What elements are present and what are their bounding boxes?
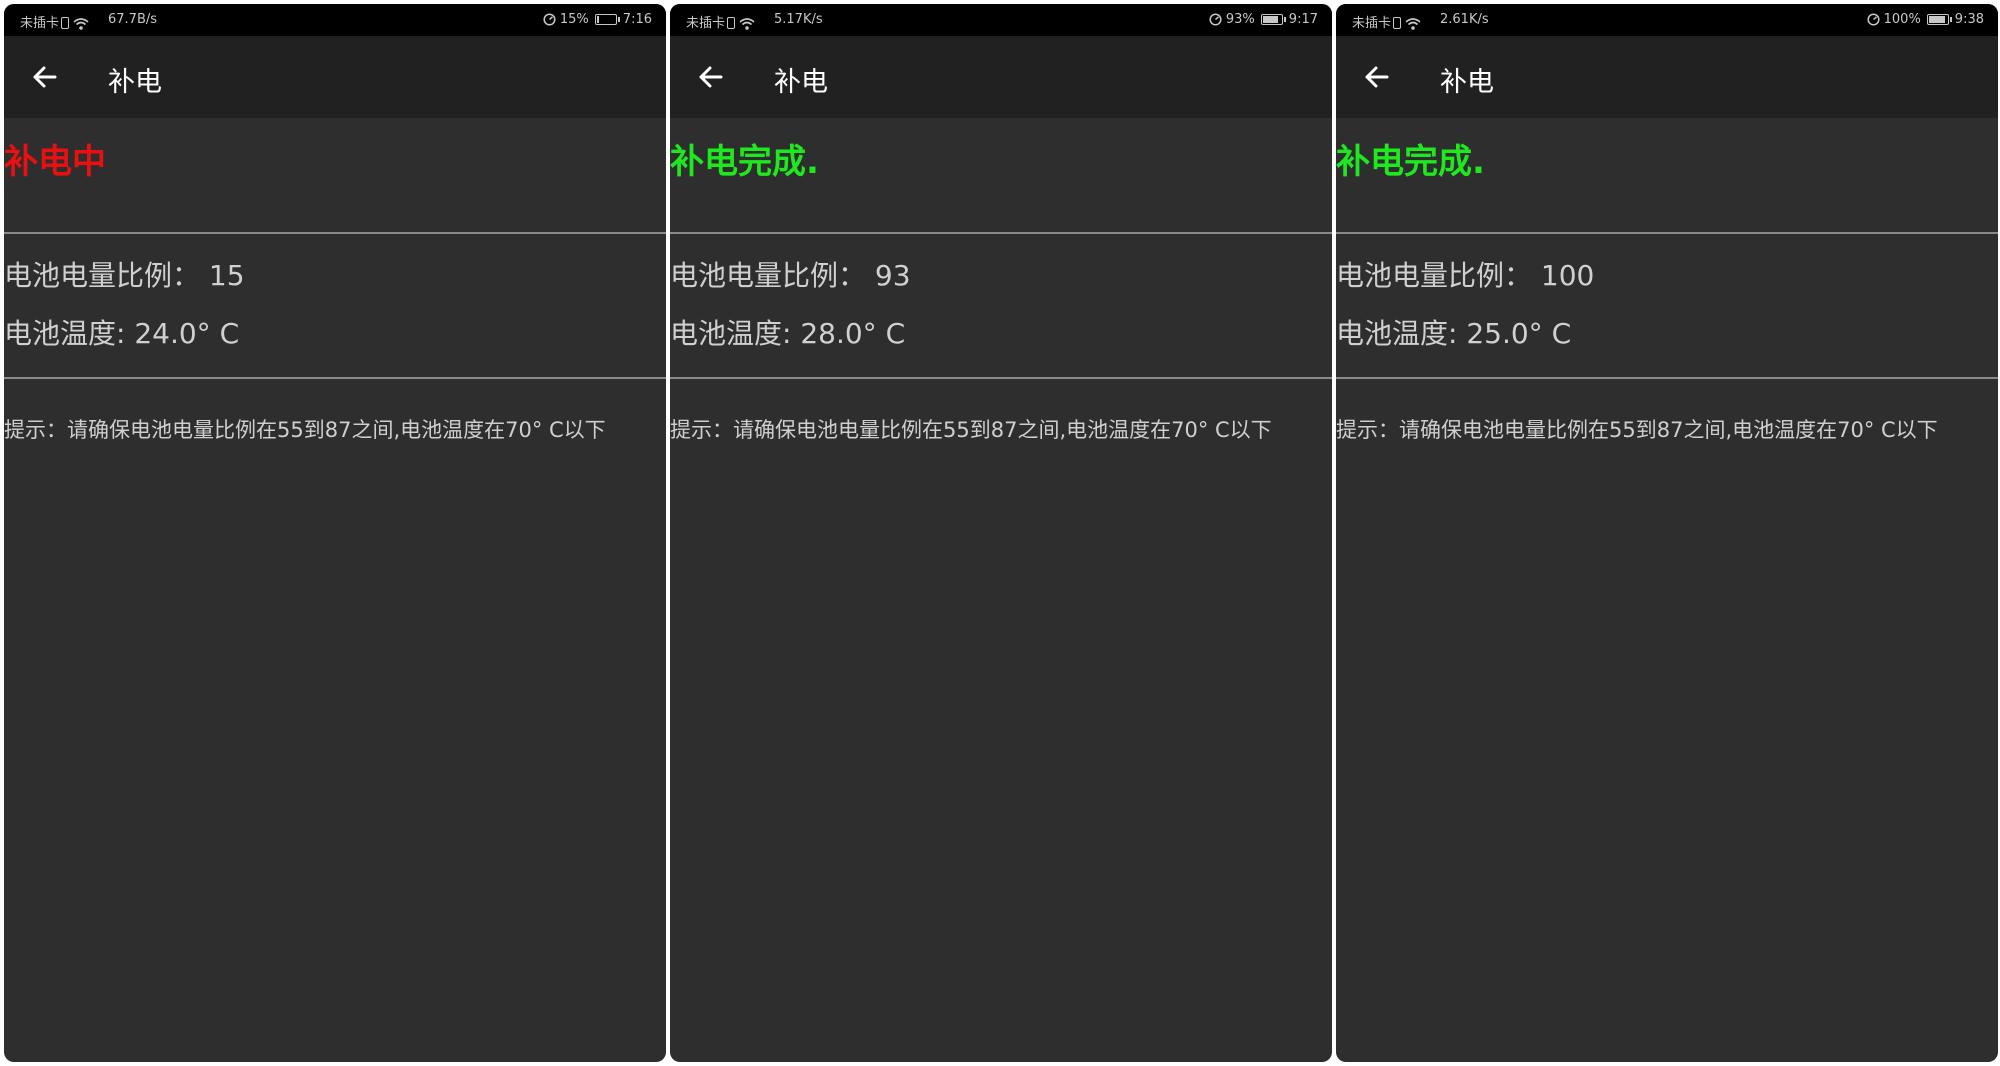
- sim-card-icon: [727, 17, 736, 29]
- app-bar: 补电: [1336, 36, 1998, 118]
- charge-status-text: 补电完成.: [1336, 142, 1485, 182]
- wifi-icon: [739, 18, 755, 30]
- battery-icon: [1260, 14, 1286, 25]
- battery-temperature-text: 电池温度: 25.0° C: [1336, 317, 1572, 350]
- battery-level-text: 电池电量比例： 100: [1336, 259, 1595, 292]
- phone-screen-complete: 未插卡 5.17K/s 93% 9:17 补电 补电完成. 电池电量比例： 93…: [670, 4, 1332, 1062]
- battery-fill: [596, 16, 600, 23]
- back-arrow-icon[interactable]: [26, 58, 64, 96]
- phone-screen-charging: 未插卡 67.7B/s 15% 7:16 补电 补电中 电池电量比例： 15 电…: [4, 4, 666, 1062]
- carrier-label: 未插卡: [1352, 16, 1392, 31]
- wifi-icon: [73, 18, 89, 30]
- speed-gauge-icon: [1867, 13, 1880, 26]
- battery-level-text: 电池电量比例： 15: [4, 259, 245, 292]
- hint-text: 提示：请确保电池电量比例在55到87之间,电池温度在70° C以下: [1336, 418, 1938, 442]
- battery-icon: [1926, 14, 1952, 25]
- divider: [4, 377, 666, 379]
- status-right: 100% 9:38: [1867, 12, 1984, 27]
- status-left: 未插卡: [686, 12, 755, 31]
- clock-time: 9:17: [1288, 12, 1318, 27]
- hint-text: 提示：请确保电池电量比例在55到87之间,电池温度在70° C以下: [670, 418, 1272, 442]
- battery-level-text: 电池电量比例： 93: [670, 259, 911, 292]
- sim-card-icon: [1393, 17, 1402, 29]
- status-left: 未插卡: [1352, 12, 1421, 31]
- speed-gauge-icon: [1209, 13, 1222, 26]
- sim-card-icon: [61, 17, 70, 29]
- app-bar: 补电: [670, 36, 1332, 118]
- charge-status-text: 补电完成.: [670, 142, 819, 182]
- battery-percent: 100%: [1883, 12, 1921, 27]
- status-bar: 未插卡 2.61K/s 100% 9:38: [1336, 4, 1998, 36]
- screenshot-collage: 未插卡 67.7B/s 15% 7:16 补电 补电中 电池电量比例： 15 电…: [0, 0, 2000, 1066]
- battery-fill: [1928, 16, 1945, 23]
- battery-percent: 93%: [1225, 12, 1255, 27]
- clock-time: 7:16: [622, 12, 652, 27]
- network-speed: 2.61K/s: [1440, 12, 1489, 27]
- status-bar: 未插卡 67.7B/s 15% 7:16: [4, 4, 666, 36]
- battery-percent: 15%: [559, 12, 589, 27]
- divider: [1336, 232, 1998, 234]
- divider: [670, 232, 1332, 234]
- divider: [1336, 377, 1998, 379]
- battery-icon: [594, 14, 620, 25]
- status-left: 未插卡: [20, 12, 89, 31]
- speed-gauge-icon: [543, 13, 556, 26]
- divider: [670, 377, 1332, 379]
- battery-temperature-text: 电池温度: 24.0° C: [4, 317, 240, 350]
- divider: [4, 232, 666, 234]
- carrier-label: 未插卡: [20, 16, 60, 31]
- page-title: 补电: [108, 67, 162, 98]
- page-title: 补电: [774, 67, 828, 98]
- hint-text: 提示：请确保电池电量比例在55到87之间,电池温度在70° C以下: [4, 418, 606, 442]
- clock-time: 9:38: [1954, 12, 1984, 27]
- page-title: 补电: [1440, 67, 1494, 98]
- battery-fill: [1262, 16, 1278, 23]
- status-right: 15% 7:16: [543, 12, 652, 27]
- battery-temperature-text: 电池温度: 28.0° C: [670, 317, 906, 350]
- carrier-label: 未插卡: [686, 16, 726, 31]
- phone-screen-full: 未插卡 2.61K/s 100% 9:38 补电 补电完成. 电池电量比例： 1…: [1336, 4, 1998, 1062]
- network-speed: 67.7B/s: [108, 12, 158, 27]
- back-arrow-icon[interactable]: [1358, 58, 1396, 96]
- app-bar: 补电: [4, 36, 666, 118]
- back-arrow-icon[interactable]: [692, 58, 730, 96]
- wifi-icon: [1405, 18, 1421, 30]
- status-right: 93% 9:17: [1209, 12, 1318, 27]
- status-bar: 未插卡 5.17K/s 93% 9:17: [670, 4, 1332, 36]
- network-speed: 5.17K/s: [774, 12, 823, 27]
- charge-status-text: 补电中: [4, 142, 106, 182]
